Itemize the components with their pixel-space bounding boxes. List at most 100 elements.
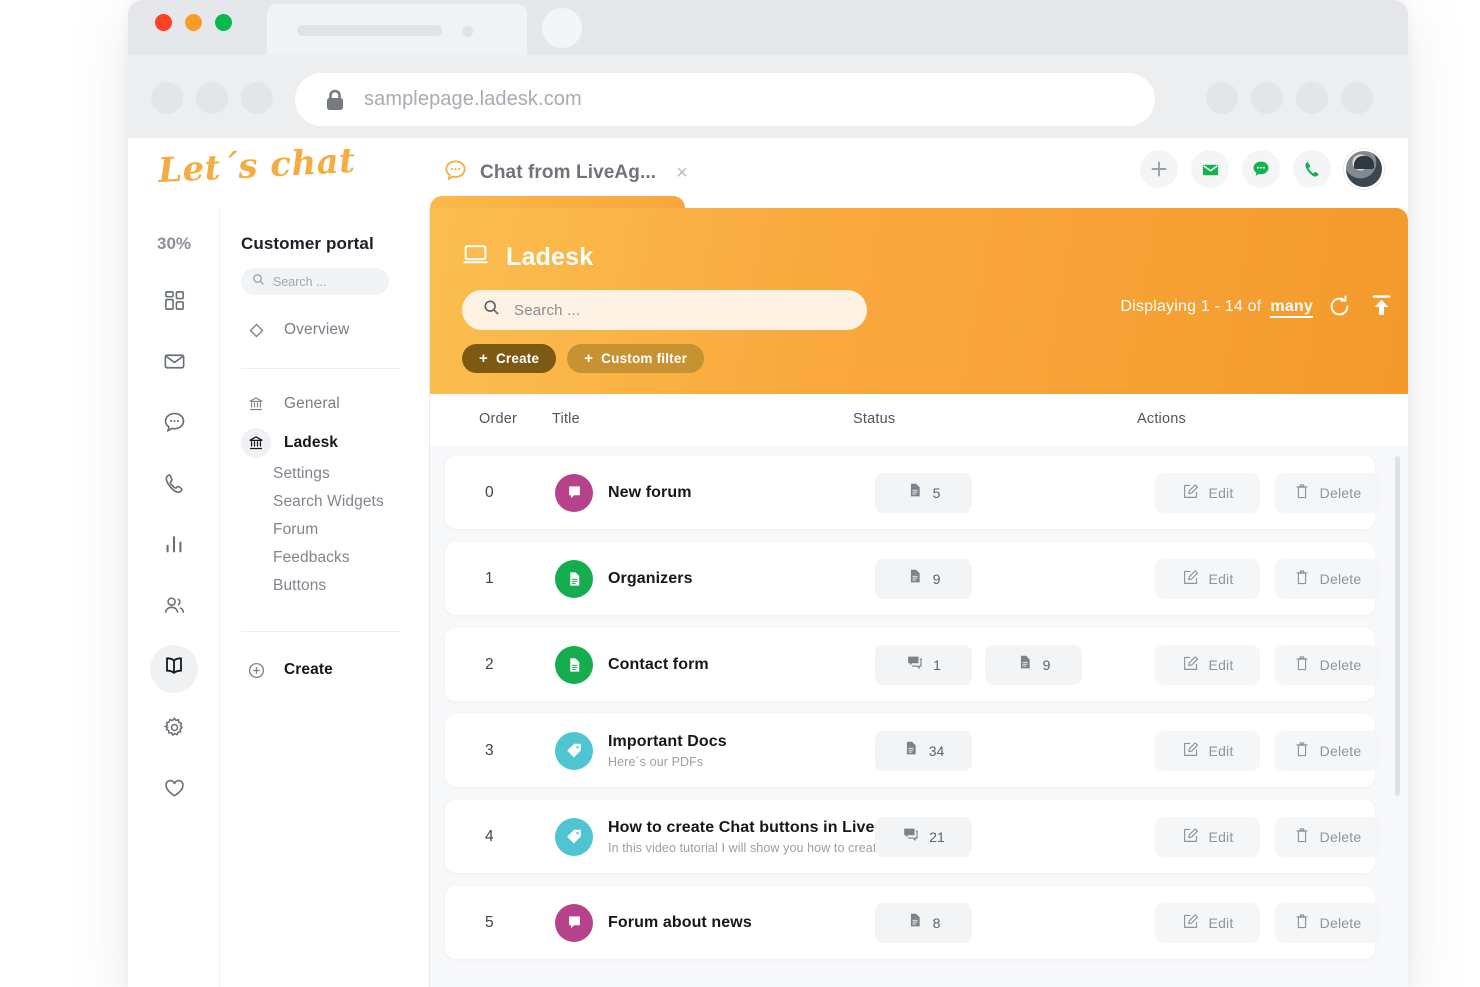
new-tab-button[interactable] — [542, 8, 582, 48]
app-tab-close-icon[interactable]: × — [676, 162, 688, 185]
edit-button[interactable]: Edit — [1155, 472, 1260, 513]
edit-button[interactable]: Edit — [1155, 730, 1260, 771]
export-button[interactable] — [1369, 293, 1394, 322]
documents-badge[interactable]: 8 — [875, 902, 972, 943]
portal-item-create[interactable]: Create — [232, 652, 422, 688]
browser-tab-close-icon[interactable] — [462, 26, 473, 37]
browser-addressbar-row: samplepage.ladesk.com — [128, 55, 1408, 138]
portal-item-overview[interactable]: Overview — [232, 312, 422, 348]
browser-forward-button[interactable] — [196, 82, 228, 114]
row-title: Forum about news — [608, 913, 752, 931]
table-row[interactable]: 4 How to create Chat buttons in LiveAgent… — [445, 800, 1380, 873]
tag-icon — [555, 731, 593, 770]
documents-count: 8 — [932, 914, 941, 931]
documents-count: 9 — [932, 570, 941, 587]
window-minimize-button[interactable] — [185, 14, 202, 31]
avatar[interactable] — [1344, 149, 1384, 189]
edit-button[interactable]: Edit — [1155, 816, 1260, 857]
sidebar-item-settings[interactable] — [128, 699, 220, 760]
row-text: Forum about news — [608, 914, 752, 932]
browser-reload-button[interactable] — [241, 82, 273, 114]
header-actions — [1140, 149, 1384, 189]
brand-logo: Let´s chat — [157, 140, 357, 192]
delete-button[interactable]: Delete — [1275, 902, 1380, 943]
row-order: 5 — [485, 913, 494, 931]
sidebar-item-chat[interactable] — [128, 394, 220, 455]
comments-badge[interactable]: 1 — [875, 644, 972, 685]
table-row[interactable]: 2 Contact form 1 9 Edit Delete — [445, 628, 1380, 701]
delete-button[interactable]: Delete — [1275, 472, 1380, 513]
window-close-button[interactable] — [155, 14, 172, 31]
trash-icon — [1294, 569, 1310, 589]
refresh-button[interactable] — [1327, 294, 1352, 322]
table-row[interactable]: 0 New forum 5 Edit Delete — [445, 456, 1380, 529]
call-button[interactable] — [1293, 150, 1331, 188]
edit-icon — [1182, 913, 1199, 933]
browser-extension-button-1[interactable] — [1206, 82, 1238, 114]
plus-icon: + — [584, 350, 594, 367]
portal-item-general[interactable]: General — [232, 386, 422, 422]
portal-subitem-feedbacks[interactable]: Feedbacks — [273, 549, 350, 567]
panel-search-input[interactable]: Search ... — [462, 290, 867, 330]
sidebar-item-mail[interactable] — [128, 333, 220, 394]
browser-menu-button[interactable] — [1341, 82, 1373, 114]
edit-button[interactable]: Edit — [1155, 558, 1260, 599]
documents-count: 9 — [1042, 656, 1051, 673]
documents-count: 5 — [932, 484, 941, 501]
delete-button[interactable]: Delete — [1275, 644, 1380, 685]
mail-button[interactable] — [1191, 150, 1229, 188]
edit-button[interactable]: Edit — [1155, 902, 1260, 943]
portal-item-ladesk[interactable]: Ladesk — [232, 425, 422, 461]
documents-badge[interactable]: 9 — [985, 644, 1082, 685]
zoom-level-label: 30% — [156, 234, 192, 253]
sidebar-item-contacts[interactable] — [128, 577, 220, 638]
app-tab-chat-from-liveagent[interactable]: Chat from LiveAg... × — [443, 152, 688, 194]
row-text: New forum — [608, 484, 692, 502]
comments-badge[interactable]: 21 — [875, 816, 972, 857]
sidebar-item-knowledge-base[interactable] — [128, 638, 220, 699]
create-button[interactable]: + Create — [462, 344, 557, 373]
portal-search-input[interactable]: Search ... — [241, 268, 389, 295]
column-header-order: Order — [479, 411, 518, 427]
browser-back-button[interactable] — [151, 82, 183, 114]
institution-icon — [241, 428, 271, 458]
delete-button[interactable]: Delete — [1275, 816, 1380, 857]
browser-extension-button-2[interactable] — [1251, 82, 1283, 114]
browser-url-bar[interactable]: samplepage.ladesk.com — [295, 73, 1155, 126]
sidebar-item-dashboard[interactable] — [128, 272, 220, 333]
add-button[interactable] — [1140, 150, 1178, 188]
app-tab-label: Chat from LiveAg... — [480, 162, 657, 183]
document-icon — [555, 645, 593, 684]
browser-tabstrip — [128, 0, 1408, 55]
documents-badge[interactable]: 34 — [875, 730, 972, 771]
table-row[interactable]: 5 Forum about news 8 Edit Delete — [445, 886, 1380, 959]
table-scrollbar-thumb[interactable] — [1395, 456, 1400, 796]
custom-filter-button[interactable]: + Custom filter — [567, 344, 705, 373]
sidebar-item-calls[interactable] — [128, 455, 220, 516]
documents-badge[interactable]: 9 — [875, 558, 972, 599]
documents-badge[interactable]: 5 — [875, 472, 972, 513]
edit-button-label: Edit — [1208, 656, 1234, 673]
delete-button[interactable]: Delete — [1275, 730, 1380, 771]
panel-heading: Ladesk — [462, 241, 593, 273]
edit-button[interactable]: Edit — [1155, 644, 1260, 685]
portal-subitem-settings[interactable]: Settings — [273, 465, 330, 483]
sidebar-item-favorites[interactable] — [128, 760, 220, 821]
window-maximize-button[interactable] — [215, 14, 232, 31]
table-row[interactable]: 3 Important Docs Here´s our PDFs 34 Edit Dele… — [445, 714, 1380, 787]
portal-subitem-buttons[interactable]: Buttons — [273, 577, 326, 595]
portal-item-create-label: Create — [284, 661, 333, 678]
edit-button-label: Edit — [1208, 828, 1234, 845]
sidebar-item-reports[interactable] — [128, 516, 220, 577]
browser-tab[interactable] — [267, 4, 527, 55]
table-scrollbar[interactable] — [1395, 456, 1400, 975]
portal-subitem-forum[interactable]: Forum — [273, 521, 318, 539]
table-row[interactable]: 1 Organizers 9 Edit Delete — [445, 542, 1380, 615]
browser-extension-button-3[interactable] — [1296, 82, 1328, 114]
displaying-many-link[interactable]: many — [1270, 298, 1313, 318]
comment-icon — [906, 654, 923, 676]
chat-button[interactable] — [1242, 150, 1280, 188]
delete-button[interactable]: Delete — [1275, 558, 1380, 599]
url-text: samplepage.ladesk.com — [364, 88, 582, 110]
portal-subitem-search-widgets[interactable]: Search Widgets — [273, 493, 384, 511]
